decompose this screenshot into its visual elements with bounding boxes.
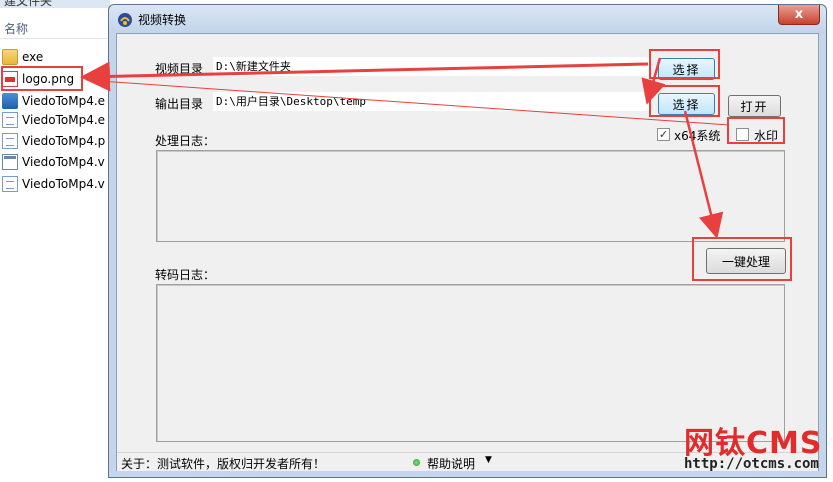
watermark-to-logo-line	[85, 79, 730, 126]
arrow-to-one-click	[683, 110, 724, 239]
annotation-arrows	[80, 57, 730, 239]
arrow-to-output-select	[641, 57, 666, 105]
brand-url: http://otcms.com	[684, 456, 819, 472]
arrow-to-logo	[80, 61, 649, 92]
